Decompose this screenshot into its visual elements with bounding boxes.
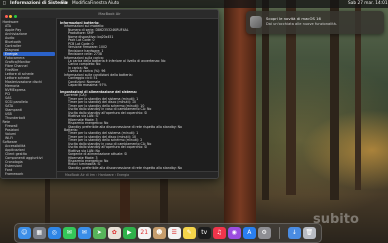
photos-icon[interactable]: ✿ [108,226,121,239]
appstore-icon[interactable]: A [243,226,256,239]
tv-icon[interactable]: tv [198,226,211,239]
trash-icon[interactable]: 🗑 [303,226,316,239]
menu-modifica[interactable]: Modifica [72,0,90,8]
notification-banner[interactable]: Scopri le novità di macOS 16 Dai un'occh… [246,11,384,34]
reminders-icon[interactable]: ☰ [168,226,181,239]
path-bar: MacBook Air di Irm › Hardware › Energia [57,171,218,178]
system-information-window: MacBook Air Hardware ATA Apple Pay Archivia… [0,9,219,179]
menu-aiuto[interactable]: Aiuto [108,0,119,8]
detail-pane: Informazioni batteria: Informazioni sul m… [57,18,218,171]
music-icon[interactable]: ♫ [213,226,226,239]
notification-title: Scopri le novità di macOS 16 [266,16,321,21]
messages-icon[interactable]: ✉ [63,226,76,239]
notification-app-icon [250,16,262,28]
app-menu[interactable]: Informazioni di Sistema [10,0,67,8]
separator [279,226,280,239]
facetime-icon[interactable]: ▶ [123,226,136,239]
watermark-logo: subito [313,212,359,227]
sidebar-item[interactable]: Framework [5,172,23,176]
safari-icon[interactable]: ◎ [48,226,61,239]
maps-icon[interactable]: ➤ [93,226,106,239]
launchpad-icon[interactable]: ▦ [33,226,46,239]
finder-icon[interactable]: ☺ [18,226,31,239]
downloads-icon[interactable]: ↓ [288,226,301,239]
notes-icon[interactable]: ✎ [183,226,196,239]
notification-body: Dai un'occhiata alle nuove funzionalità. [266,22,337,26]
window-title: MacBook Air [98,12,121,16]
info-line: Capacità massima: 97% [68,83,107,88]
clock[interactable]: Sab 27 mar. 14:01 [348,0,388,8]
info-line: Standby preferibile alla disconnessione … [68,124,182,129]
settings-icon[interactable]: ⚙ [258,226,271,239]
calendar-icon[interactable]: 21 [138,226,151,239]
info-line: Standby preferibile alla disconnessione … [68,165,182,170]
apple-menu-icon[interactable]:  [3,0,6,8]
menu-finestra[interactable]: Finestra [90,0,107,8]
mail-icon[interactable]: ✉ [78,226,91,239]
podcasts-icon[interactable]: ◉ [228,226,241,239]
menu-bar:  Informazioni di Sistema File Modifica … [0,0,388,8]
menu-file[interactable]: File [61,0,68,8]
dock: ☺ ▦ ◎ ✉ ✉ ➤ ✿ ▶ 21 ☻ ☰ ✎ tv ♫ ◉ A ⚙ ↓ 🗑 [14,223,322,243]
contacts-icon[interactable]: ☻ [153,226,166,239]
sidebar: Hardware ATA Apple Pay Archiviazione Audio Bl… [1,18,57,178]
